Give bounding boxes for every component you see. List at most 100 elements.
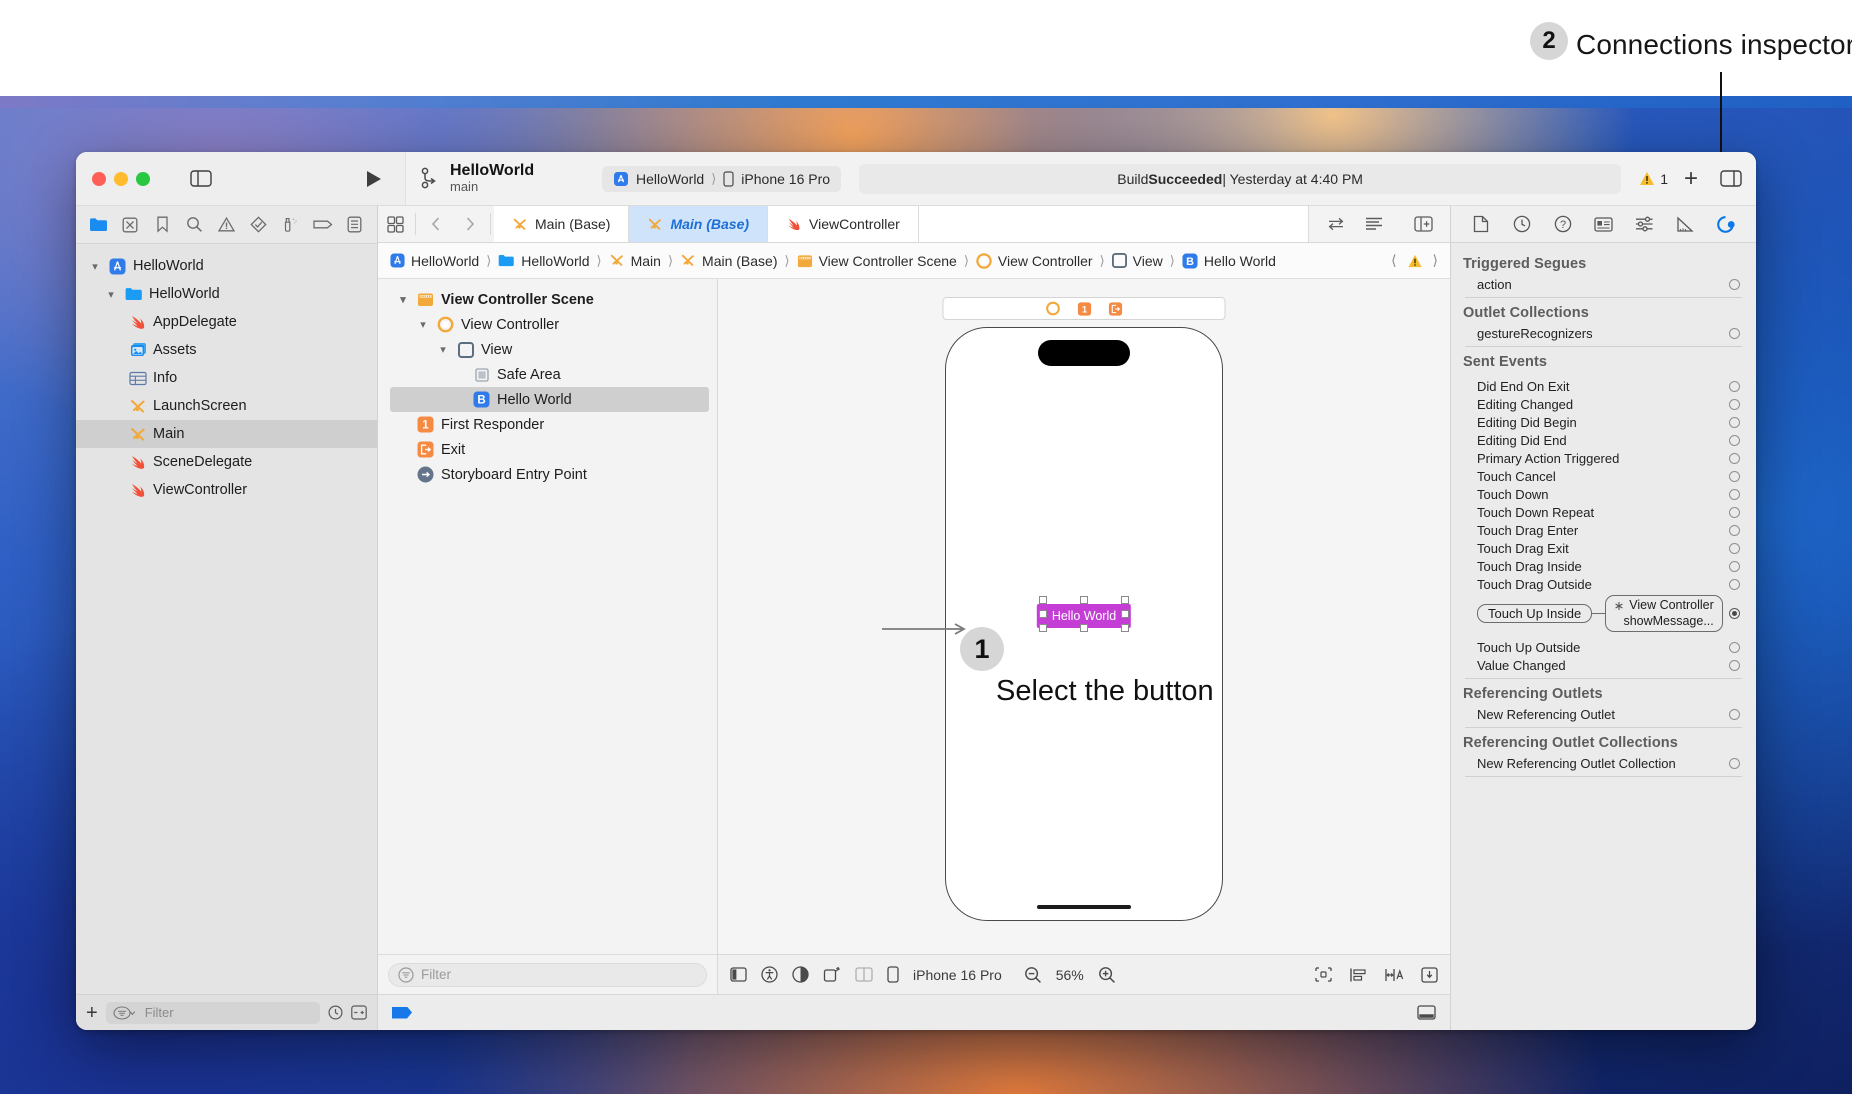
tree-row-info[interactable]: Info xyxy=(76,364,377,392)
event-row-touch-drag-enter[interactable]: Touch Drag Enter xyxy=(1451,521,1756,539)
inspector-toggle-icon[interactable] xyxy=(1720,170,1742,187)
tree-row-project[interactable]: ▾ HelloWorld xyxy=(76,252,377,280)
tab-size-inspector[interactable] xyxy=(1672,211,1698,237)
zoom-window-button[interactable] xyxy=(136,171,150,186)
view-controller-icon[interactable] xyxy=(1046,301,1061,316)
event-row-touch-up-outside[interactable]: Touch Up Outside xyxy=(1451,638,1756,656)
run-destination-selector[interactable]: HelloWorld ⟩ iPhone 16 Pro xyxy=(602,165,842,192)
tab-quick-help-inspector[interactable]: ? xyxy=(1550,211,1576,237)
outline-row-scene[interactable]: ▾ View Controller Scene xyxy=(378,287,717,312)
zoom-out-icon[interactable] xyxy=(1024,966,1042,984)
sidebar-item-source-control-navigator[interactable] xyxy=(114,210,146,240)
canvas-device-label[interactable]: iPhone 16 Pro xyxy=(913,967,1002,983)
sidebar-item-bookmark-navigator[interactable] xyxy=(146,210,178,240)
sidebar-item-debug-navigator[interactable] xyxy=(275,210,307,240)
breadcrumb-item-view[interactable]: View xyxy=(1111,253,1163,269)
accessibility-preview-icon[interactable] xyxy=(761,966,778,983)
navigator-filter-input[interactable]: Filter xyxy=(105,1001,320,1024)
editor-tab-main-base-2[interactable]: Main (Base) xyxy=(629,206,769,242)
device-variant-icon[interactable] xyxy=(887,966,899,983)
exit-icon[interactable] xyxy=(1108,301,1123,316)
chevron-down-icon[interactable]: ▾ xyxy=(104,288,118,301)
selection-handle-bottom-left[interactable] xyxy=(1039,624,1047,632)
appearance-toggle-icon[interactable] xyxy=(792,966,809,983)
breadcrumb-item-scene[interactable]: View Controller Scene xyxy=(797,253,957,269)
editor-tab-main-base-1[interactable]: Main (Base) xyxy=(494,206,630,242)
outline-row-storyboard-entry-point[interactable]: Storyboard Entry Point xyxy=(378,462,717,487)
event-row-value-changed[interactable]: Value Changed xyxy=(1451,656,1756,674)
build-status-bar[interactable]: Build Succeeded | Yesterday at 4:40 PM xyxy=(859,163,1622,194)
connection-well[interactable] xyxy=(1729,416,1740,428)
swap-editors-icon[interactable] xyxy=(1319,216,1353,232)
navigate-forward-icon[interactable] xyxy=(453,206,487,242)
zoom-in-icon[interactable] xyxy=(1098,966,1116,984)
breadcrumb-item-hello-world[interactable]: B Hello World xyxy=(1182,253,1276,269)
tree-row-launchscreen[interactable]: LaunchScreen xyxy=(76,392,377,420)
connection-row-gesturerecognizers[interactable]: gestureRecognizers xyxy=(1451,324,1756,342)
minimize-window-button[interactable] xyxy=(114,171,128,186)
connection-well[interactable] xyxy=(1729,278,1740,290)
warning-count-chip[interactable]: 1 xyxy=(1639,171,1668,187)
sidebar-toggle-icon[interactable] xyxy=(190,170,212,187)
device-preview-iphone-16-pro[interactable]: Hello World xyxy=(945,327,1223,921)
connection-target-card[interactable]: View Controller showMessage... xyxy=(1605,595,1723,633)
connection-well[interactable] xyxy=(1729,708,1740,720)
connection-well[interactable] xyxy=(1729,327,1740,339)
event-row-touch-drag-inside[interactable]: Touch Drag Inside xyxy=(1451,557,1756,575)
source-control-filter-icon[interactable] xyxy=(351,1005,367,1020)
outline-row-view-controller[interactable]: ▾ View Controller xyxy=(378,312,717,337)
connection-well-filled[interactable] xyxy=(1728,608,1740,620)
event-row-did-end-on-exit[interactable]: Did End On Exit xyxy=(1451,377,1756,395)
breadcrumb[interactable]: HelloWorld ⟩ HelloWorld ⟩ Main ⟩ Main (B… xyxy=(378,243,1450,279)
selection-handle-bottom-center[interactable] xyxy=(1080,624,1088,632)
connection-well[interactable] xyxy=(1729,434,1740,446)
scheme-selector[interactable]: HelloWorld main xyxy=(420,162,590,195)
selection-handle-top-left[interactable] xyxy=(1039,596,1047,604)
event-row-editing-changed[interactable]: Editing Changed xyxy=(1451,395,1756,413)
connection-well[interactable] xyxy=(1729,488,1740,500)
connection-well[interactable] xyxy=(1729,542,1740,554)
outline-row-view[interactable]: ▾ View xyxy=(378,337,717,362)
tab-connections-inspector[interactable] xyxy=(1713,211,1739,237)
chevron-down-icon[interactable]: ▾ xyxy=(436,343,450,356)
debug-area-toggle-icon[interactable] xyxy=(1417,1005,1436,1020)
connection-well[interactable] xyxy=(1729,524,1740,536)
minimap-icon[interactable] xyxy=(1357,216,1391,232)
connection-well[interactable] xyxy=(1729,380,1740,392)
event-row-primary-action-triggered[interactable]: Primary Action Triggered xyxy=(1451,449,1756,467)
breadcrumb-item-project[interactable]: HelloWorld xyxy=(390,253,479,269)
event-row-editing-did-begin[interactable]: Editing Did Begin xyxy=(1451,413,1756,431)
tree-row-appdelegate[interactable]: AppDelegate xyxy=(76,308,377,336)
event-row-touch-down-repeat[interactable]: Touch Down Repeat xyxy=(1451,503,1756,521)
interface-builder-canvas[interactable]: 1 Hello World xyxy=(718,279,1450,954)
sidebar-item-project-navigator[interactable] xyxy=(82,210,114,240)
add-button[interactable]: + xyxy=(1680,166,1702,191)
tree-row-main-storyboard[interactable]: Main xyxy=(76,420,377,448)
chevron-down-icon[interactable]: ▾ xyxy=(88,260,102,273)
editor-tab-viewcontroller[interactable]: ViewController xyxy=(768,206,919,242)
outline-filter-input[interactable]: Filter xyxy=(388,962,707,987)
scene-dock[interactable]: 1 xyxy=(942,297,1226,320)
sidebar-item-test-navigator[interactable] xyxy=(243,210,275,240)
next-issue-icon[interactable]: ⟩ xyxy=(1433,252,1438,269)
sidebar-item-breakpoint-navigator[interactable] xyxy=(307,210,339,240)
connection-well[interactable] xyxy=(1729,659,1740,671)
tab-history-inspector[interactable] xyxy=(1509,211,1535,237)
event-row-touch-cancel[interactable]: Touch Cancel xyxy=(1451,467,1756,485)
connection-well[interactable] xyxy=(1729,470,1740,482)
outline-row-exit[interactable]: Exit xyxy=(378,437,717,462)
document-outline-toggle-icon[interactable] xyxy=(730,967,747,982)
recent-clock-icon[interactable] xyxy=(328,1005,343,1020)
connection-row-new-referencing-outlet[interactable]: New Referencing Outlet xyxy=(1451,705,1756,723)
connection-well[interactable] xyxy=(1729,757,1740,769)
preview-constraints-icon[interactable] xyxy=(1314,966,1333,983)
connection-well[interactable] xyxy=(1729,398,1740,410)
selection-handle-top-right[interactable] xyxy=(1121,596,1129,604)
orientation-toggle-icon[interactable] xyxy=(823,966,841,983)
selection-handle-bottom-right[interactable] xyxy=(1121,624,1129,632)
sidebar-item-report-navigator[interactable] xyxy=(339,210,371,240)
add-constraints-icon[interactable] xyxy=(1384,967,1405,983)
outline-row-safe-area[interactable]: Safe Area xyxy=(378,362,717,387)
connection-well[interactable] xyxy=(1729,560,1740,572)
connection-row-action[interactable]: action xyxy=(1451,275,1756,293)
